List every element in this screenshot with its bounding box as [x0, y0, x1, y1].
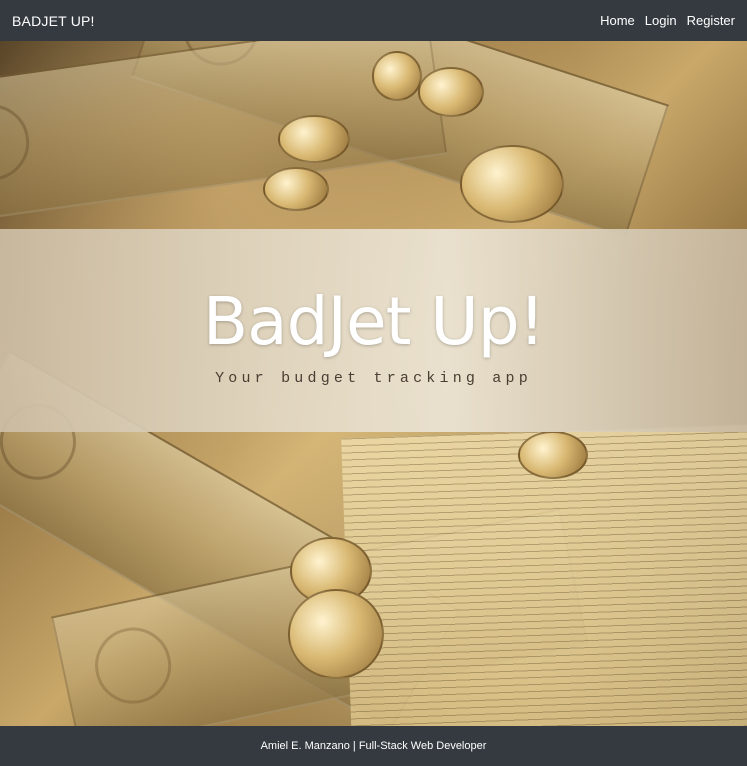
coin-image	[418, 67, 484, 117]
brand-link[interactable]: BADJET UP!	[12, 13, 95, 29]
hero-background: BadJet Up! Your budget tracking app	[0, 41, 747, 726]
hero-title: BadJet Up!	[202, 282, 545, 360]
nav-register-link[interactable]: Register	[687, 13, 735, 28]
footer-credit: Amiel E. Manzano | Full-Stack Web Develo…	[260, 740, 487, 752]
coin-image	[372, 51, 422, 101]
coin-image	[278, 115, 350, 163]
coin-image	[460, 145, 564, 223]
page-footer: Amiel E. Manzano | Full-Stack Web Develo…	[0, 726, 747, 766]
hero-banner: BadJet Up! Your budget tracking app	[0, 229, 747, 432]
coin-image	[518, 431, 588, 479]
nav-links: Home Login Register	[600, 13, 735, 28]
nav-login-link[interactable]: Login	[645, 13, 677, 28]
top-navbar: BADJET UP! Home Login Register	[0, 0, 747, 41]
nav-home-link[interactable]: Home	[600, 13, 635, 28]
coin-image	[263, 167, 329, 211]
hero-subtitle: Your budget tracking app	[215, 369, 532, 387]
coin-image	[288, 589, 384, 679]
